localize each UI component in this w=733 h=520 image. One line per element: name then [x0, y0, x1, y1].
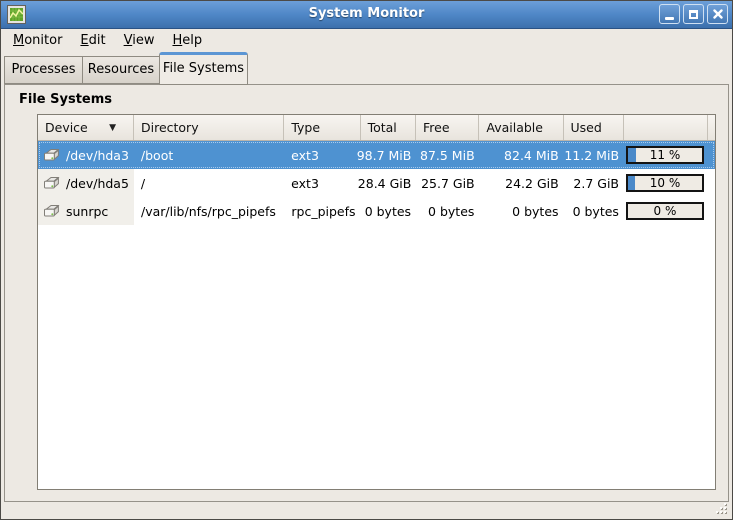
directory-value: /boot — [134, 141, 284, 169]
table-header: Device ▼ Directory Type Total Free Avail… — [38, 115, 715, 141]
file-systems-page: File Systems Device ▼ Directory Type Tot… — [4, 84, 729, 502]
device-name: /dev/hda3 — [66, 148, 129, 163]
available-value: 82.4 MiB — [480, 141, 564, 169]
device-name: /dev/hda5 — [66, 176, 129, 191]
used-progress-bar: 11 % — [626, 146, 704, 164]
column-header-used[interactable]: Used — [564, 115, 624, 140]
window-controls — [659, 4, 728, 24]
tab-strip: Processes Resources File Systems — [1, 51, 732, 85]
tab-resources[interactable]: Resources — [82, 56, 160, 84]
used-progress-fill — [628, 148, 636, 162]
total-value: 28.4 GiB — [360, 169, 416, 197]
column-header-type[interactable]: Type — [284, 115, 360, 140]
used-progress-bar: 0 % — [626, 202, 704, 220]
maximize-icon — [689, 10, 698, 19]
device-name: sunrpc — [66, 204, 108, 219]
disk-drive-icon — [43, 176, 60, 190]
minimize-button[interactable] — [659, 4, 680, 24]
disk-drive-icon — [43, 148, 60, 162]
sort-descending-icon: ▼ — [109, 123, 116, 133]
type-value: ext3 — [284, 169, 360, 197]
menu-help[interactable]: Help — [163, 29, 211, 51]
minimize-icon — [665, 17, 674, 20]
column-header-available[interactable]: Available — [479, 115, 563, 140]
used-value: 11.2 MiB — [564, 141, 624, 169]
column-header-filler — [708, 115, 715, 140]
menubar: Monitor Edit View Help — [1, 29, 732, 51]
column-header-free[interactable]: Free — [416, 115, 479, 140]
used-percent-label: 11 % — [650, 148, 681, 162]
type-value: rpc_pipefs — [284, 197, 360, 225]
directory-value: /var/lib/nfs/rpc_pipefs — [134, 197, 284, 225]
tab-processes[interactable]: Processes — [4, 56, 83, 84]
free-value: 25.7 GiB — [416, 169, 479, 197]
total-value: 98.7 MiB — [360, 141, 416, 169]
menu-view[interactable]: View — [115, 29, 164, 51]
menu-monitor[interactable]: Monitor — [4, 29, 71, 51]
column-header-used-bar[interactable] — [624, 115, 708, 140]
available-value: 24.2 GiB — [480, 169, 564, 197]
tab-file-systems[interactable]: File Systems — [159, 52, 248, 85]
used-value: 2.7 GiB — [564, 169, 624, 197]
table-row[interactable]: /dev/hda5 / ext3 28.4 GiB 25.7 GiB 24.2 … — [38, 169, 715, 197]
available-value: 0 bytes — [479, 197, 563, 225]
table-row[interactable]: sunrpc /var/lib/nfs/rpc_pipefs rpc_pipef… — [38, 197, 715, 225]
column-header-total[interactable]: Total — [361, 115, 416, 140]
close-button[interactable] — [707, 4, 728, 24]
resize-grip[interactable] — [715, 502, 729, 516]
titlebar[interactable]: System Monitor — [1, 1, 732, 29]
column-header-device[interactable]: Device ▼ — [38, 115, 134, 140]
maximize-button[interactable] — [683, 4, 704, 24]
used-percent-label: 10 % — [650, 176, 681, 190]
free-value: 0 bytes — [416, 197, 479, 225]
file-systems-table: Device ▼ Directory Type Total Free Avail… — [37, 114, 716, 490]
window-title: System Monitor — [1, 6, 732, 21]
free-value: 87.5 MiB — [416, 141, 479, 169]
disk-drive-icon — [43, 204, 60, 218]
system-monitor-window: System Monitor Monitor Edit View Help Pr… — [0, 0, 733, 520]
menu-edit[interactable]: Edit — [71, 29, 114, 51]
page-title: File Systems — [19, 92, 112, 107]
close-icon — [713, 9, 723, 19]
used-progress-bar: 10 % — [626, 174, 704, 192]
type-value: ext3 — [284, 141, 360, 169]
used-percent-label: 0 % — [654, 204, 677, 218]
table-row[interactable]: /dev/hda3 /boot ext3 98.7 MiB 87.5 MiB 8… — [38, 141, 715, 169]
column-header-directory[interactable]: Directory — [134, 115, 284, 140]
total-value: 0 bytes — [361, 197, 416, 225]
used-progress-fill — [628, 176, 635, 190]
directory-value: / — [134, 169, 284, 197]
used-value: 0 bytes — [564, 197, 624, 225]
